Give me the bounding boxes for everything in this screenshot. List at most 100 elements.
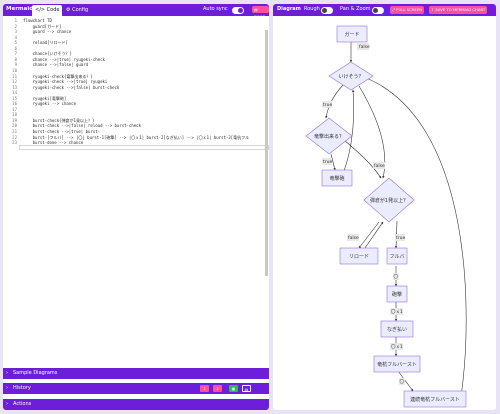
- code-line: ryugeki-check -->|false| burst-check: [23, 84, 120, 90]
- line-number: 7: [14, 51, 17, 57]
- edge-done-chance: [360, 75, 467, 397]
- editor-scrollbar[interactable]: [265, 30, 268, 276]
- line-number: 8: [14, 56, 17, 62]
- gear-icon: ⚙: [66, 7, 71, 13]
- node-chance-label: いけそう？: [338, 73, 363, 80]
- code-line: burst-check -->|true| burst-: [23, 129, 101, 134]
- line-number: 5: [14, 40, 17, 46]
- line-number: 11: [12, 73, 17, 79]
- line-number: 12: [12, 79, 17, 85]
- flowchart-diagram[interactable]: false true true false false true 〇 〇ｘ1 〇…: [273, 16, 496, 410]
- sample-diagrams-bar[interactable]: › Sample Diagrams: [3, 368, 269, 379]
- code-line: burst-done --> chance: [23, 140, 84, 146]
- book-icon: ▤: [254, 7, 258, 12]
- node-reload-label: リロード: [349, 254, 369, 260]
- code-line: ryugeki-check -->|true| ryugeki: [23, 79, 108, 85]
- current-line-highlight: [19, 145, 269, 150]
- line-number: 19: [12, 117, 17, 123]
- chevron-right-icon: ›: [6, 401, 8, 407]
- edge-reload-bc: [364, 221, 384, 249]
- code-line: chance -->|false| guard: [23, 62, 89, 68]
- edge-label-e4: 〇: [400, 379, 405, 385]
- save-to-mermaid-chart-button[interactable]: ⇪ SAVE TO MERMAID CHART: [429, 6, 488, 14]
- fullscreen-button[interactable]: ⤢ FULL SCREEN: [390, 6, 425, 14]
- sample-diagrams-label: Sample Diagrams: [13, 370, 58, 376]
- line-number: 13: [12, 84, 17, 90]
- chevron-right-icon: ›: [6, 385, 8, 391]
- diagram-title: Diagram: [277, 6, 301, 12]
- history-download-button[interactable]: ⇩: [200, 385, 209, 392]
- editor-panel: Mermaid </> Code ⚙ Config Auto sync ▤ DO…: [3, 4, 269, 410]
- line-number: 16: [12, 101, 17, 107]
- toggle-knob: [322, 8, 327, 13]
- line-number: 2: [14, 23, 17, 29]
- code-line: flowchart TD: [23, 18, 52, 23]
- node-hougeki-label: 砲撃: [392, 291, 402, 298]
- node-burst-check-label: 弾倉が1発以上？: [370, 197, 408, 204]
- panzoom-toggle[interactable]: [372, 7, 384, 14]
- edge-label-chance-false: false: [359, 44, 370, 50]
- code-line: burst-check -->|false| reload --> burst-…: [23, 123, 142, 129]
- tab-config-label: Config: [72, 7, 89, 13]
- toggle-knob: [238, 8, 243, 13]
- line-number: 6: [14, 45, 17, 51]
- edge-label-rc-true: true: [323, 159, 332, 165]
- autosync-label: Auto sync: [203, 6, 228, 12]
- expand-icon: ⤢: [392, 7, 396, 12]
- edge-label-rc-false: false: [374, 163, 385, 169]
- line-number: 23: [12, 140, 17, 146]
- panzoom-label: Pan & Zoom: [340, 6, 371, 12]
- history-list-button[interactable]: ▤: [242, 385, 251, 392]
- line-number: 14: [12, 90, 17, 96]
- code-line: ryugeki --> chance: [23, 101, 76, 107]
- toggle-knob: [373, 8, 378, 13]
- node-nagiharai-label: なぎ払い: [387, 326, 407, 333]
- node-ryugeki-label: 竜撃砲: [329, 175, 344, 182]
- code-line: guard --> chance: [23, 29, 72, 35]
- edge-label-bc-true: true: [396, 235, 405, 241]
- line-number: 15: [12, 95, 17, 101]
- line-number: 4: [14, 34, 17, 40]
- rough-label: Rough: [304, 6, 320, 12]
- mermaid-live-editor: Mermaid </> Code ⚙ Config Auto sync ▤ DO…: [0, 0, 500, 414]
- diagram-panel: Diagram Rough Pan & Zoom ⤢ FULL SCREEN ⇪…: [273, 4, 496, 410]
- autosync-toggle[interactable]: [232, 7, 244, 14]
- line-number: 22: [12, 134, 17, 140]
- fullscreen-label: FULL SCREEN: [396, 7, 423, 12]
- edge-label-e2: 〇ｘ1: [391, 309, 403, 315]
- line-number: 17: [12, 106, 17, 112]
- node-ryukui-label: 竜杭フルバースト: [377, 361, 417, 368]
- node-fullba-label: フルバ: [389, 254, 404, 260]
- node-done-label: 連続竜杭フルバースト: [410, 396, 460, 403]
- diagram-topbar: Diagram Rough Pan & Zoom ⤢ FULL SCREEN ⇪…: [273, 4, 496, 16]
- edge-label-bc-false: false: [348, 235, 359, 241]
- actions-bar[interactable]: › Actions: [3, 399, 269, 410]
- edge-bc-reload: [358, 221, 380, 249]
- line-number: 20: [12, 123, 17, 129]
- history-save-button[interactable]: ▣: [229, 385, 238, 392]
- rough-toggle[interactable]: [321, 7, 333, 14]
- history-bar[interactable]: › History ⇩ ⇩ ▣ ▤: [3, 383, 269, 394]
- brand-title: Mermaid: [6, 6, 34, 12]
- line-number: 21: [12, 129, 17, 134]
- code-line: chance -->|true| ryugeki-check: [23, 56, 105, 62]
- save-icon: ⇪: [431, 7, 435, 12]
- line-number: 10: [12, 67, 17, 73]
- docs-button[interactable]: ▤ DOCS: [252, 6, 269, 19]
- save-label: SAVE TO MERMAID CHART: [435, 7, 486, 12]
- line-number: 9: [14, 62, 17, 68]
- edge-label-e3: 〇ｘ1: [391, 344, 403, 350]
- chevron-right-icon: ›: [6, 370, 8, 376]
- history-label: History: [13, 385, 31, 391]
- line-number: 3: [14, 29, 17, 35]
- actions-label: Actions: [13, 401, 32, 407]
- code-line: reload[リロード]: [23, 40, 68, 46]
- tab-config[interactable]: ⚙ Config: [63, 5, 91, 16]
- tab-code[interactable]: </> Code: [32, 5, 63, 16]
- node-guard-label: ガード: [344, 31, 359, 38]
- line-number: 18: [12, 112, 17, 118]
- code-editor[interactable]: 1 flowchart TD 2 guard[ガード] 3 guard --> cha…: [3, 16, 269, 368]
- edge-label-chance-true: true: [323, 102, 332, 108]
- node-ryugeki-check-label: 竜撃出来る？: [314, 133, 344, 140]
- history-upload-button[interactable]: ⇩: [213, 385, 222, 392]
